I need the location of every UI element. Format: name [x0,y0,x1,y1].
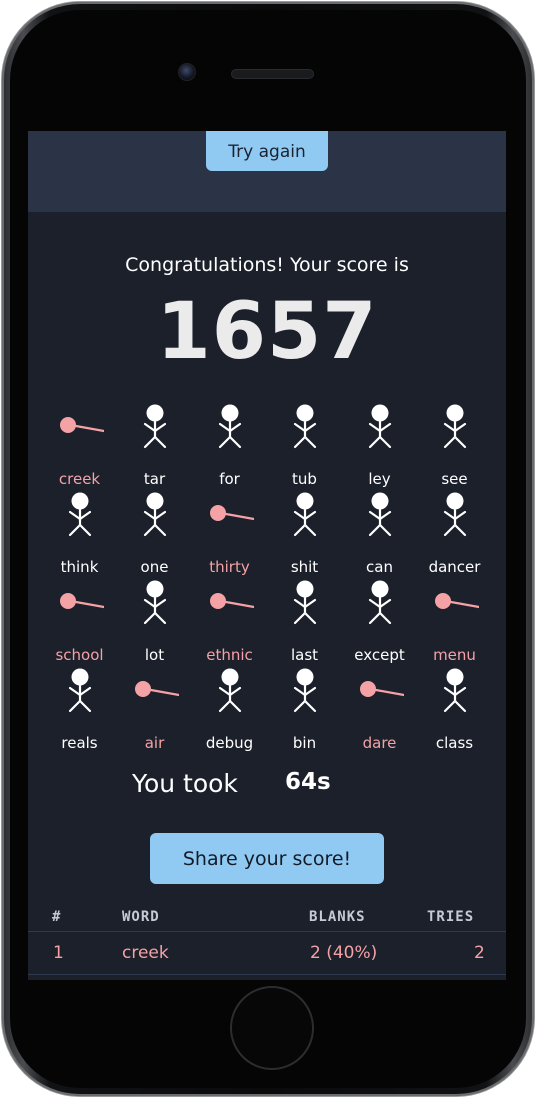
word-label: creek [58,470,101,488]
word-label: thirty [209,558,250,576]
fallen-stick-figure-icon [60,417,104,433]
stick-figure-icon [68,492,92,537]
table-row: 1 creek 2 (40%) 2 [28,932,506,975]
word-label: think [60,558,99,576]
word-cell: menu [417,577,492,665]
word-cell: can [342,489,417,577]
stick-figure-icon [293,404,317,449]
word-cell: see [417,401,492,489]
word-label: tar [143,470,166,488]
word-cell: debug [192,665,267,753]
stick-figure-icon [368,404,392,449]
word-label: except [354,646,405,664]
col-header-blanks: BLANKS [309,909,366,925]
word-cell: dare [342,665,417,753]
word-label: lot [144,646,165,664]
word-label: one [140,558,169,576]
app-screen: Try again Congratulations! Your score is… [28,131,506,980]
stick-figure-icon [143,492,167,537]
stick-figure-icon [368,492,392,537]
word-cell: lot [117,577,192,665]
word-cell: for [192,401,267,489]
word-cell: reals [42,665,117,753]
fallen-stick-figure-icon [360,681,404,697]
word-label: bin [292,734,317,752]
word-cell: except [342,577,417,665]
word-label: ley [368,470,391,488]
word-label: debug [205,734,254,752]
fallen-stick-figure-icon [435,593,479,609]
word-cell: last [267,577,342,665]
stick-figure-icon [68,668,92,713]
col-header-tries: TRIES [427,909,475,925]
stick-figure-icon [293,668,317,713]
phone-frame: Try again Congratulations! Your score is… [2,2,534,1096]
col-header-word: WORD [122,909,160,925]
final-score: 1657 [156,287,378,377]
word-label: can [366,558,393,576]
col-header-num: # [52,909,62,925]
earpiece-speaker [231,69,314,79]
stick-figure-icon [443,404,467,449]
fallen-stick-figure-icon [135,681,179,697]
fallen-stick-figure-icon [210,593,254,609]
share-score-button[interactable]: Share your score! [150,833,384,884]
stick-figure-icon [368,580,392,625]
word-cell: tub [267,401,342,489]
word-cell: ley [342,401,417,489]
stick-figure-icon [218,668,242,713]
word-cell: class [417,665,492,753]
word-label: see [441,470,468,488]
stick-figure-icon [143,580,167,625]
word-label: for [219,470,240,488]
row-num: 1 [53,943,64,963]
word-label: menu [433,646,476,664]
word-cell: think [42,489,117,577]
try-again-button[interactable]: Try again [206,131,328,171]
word-cell: creek [42,401,117,489]
word-cell: tar [117,401,192,489]
row-blanks: 2 (40%) [310,943,378,963]
word-cell: bin [267,665,342,753]
front-camera-icon [178,63,196,81]
top-bar: Try again [28,131,506,212]
word-cell: shit [267,489,342,577]
stick-figure-icon [293,580,317,625]
stick-figure-icon [443,492,467,537]
stick-figure-icon [443,668,467,713]
row-word: creek [122,943,169,963]
fallen-stick-figure-icon [210,505,254,521]
word-cell: school [42,577,117,665]
stick-figure-icon [293,492,317,537]
word-label: shit [290,558,319,576]
word-label: tub [292,470,317,488]
fallen-stick-figure-icon [60,593,104,609]
time-value: 64s [285,769,331,795]
word-label: school [55,646,104,664]
word-label: ethnic [206,646,253,664]
word-label: air [144,734,165,752]
word-label: class [435,734,474,752]
time-label: You took [132,769,238,798]
congrats-text: Congratulations! Your score is [125,254,409,276]
word-label: last [290,646,319,664]
word-cell: one [117,489,192,577]
word-cell: air [117,665,192,753]
word-label: dare [362,734,397,752]
word-label: reals [61,734,98,752]
word-cell: thirty [192,489,267,577]
results-table-header: # WORD BLANKS TRIES [28,905,506,932]
word-cell: ethnic [192,577,267,665]
row-tries: 2 [474,943,485,963]
word-cell: dancer [417,489,492,577]
word-label: dancer [428,558,481,576]
stick-figure-icon [218,404,242,449]
home-button[interactable] [230,986,314,1070]
stick-figure-icon [143,404,167,449]
